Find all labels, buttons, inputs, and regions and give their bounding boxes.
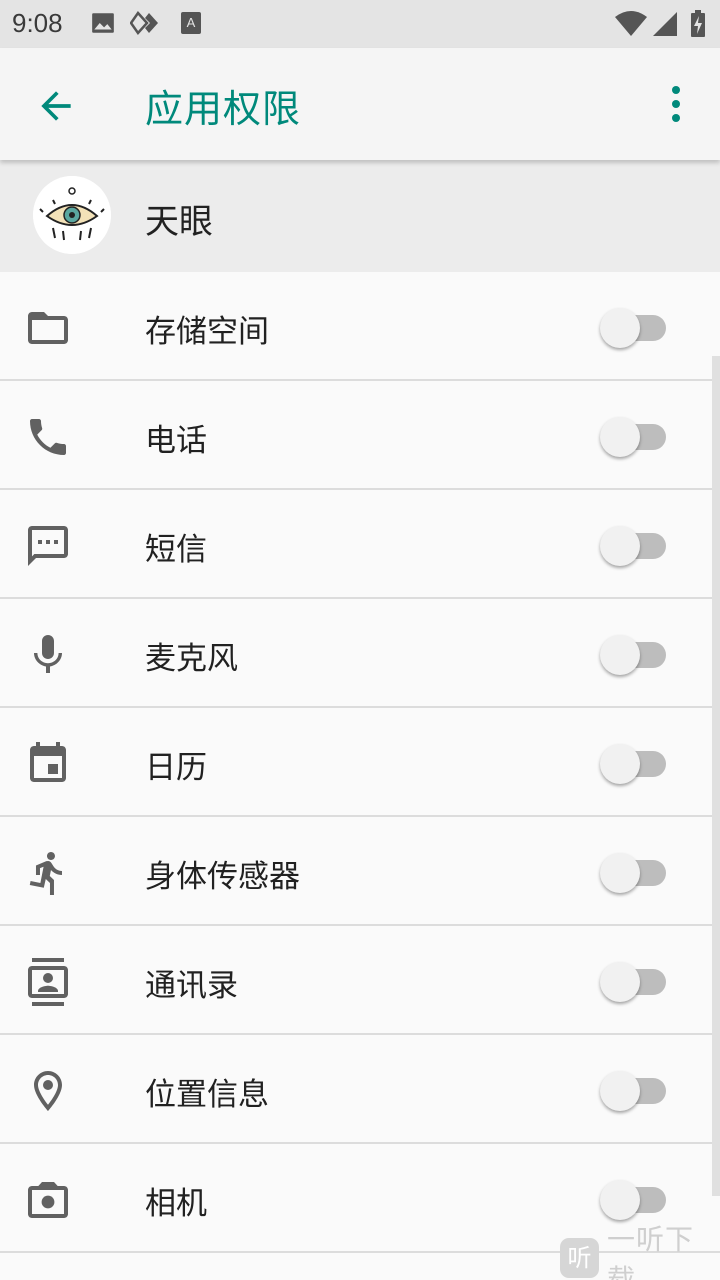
- page-title: 应用权限: [145, 87, 302, 131]
- permission-row-contacts[interactable]: 通讯录: [0, 926, 720, 1035]
- battery-charging-icon: [691, 10, 705, 37]
- permission-label: 日历: [145, 750, 207, 786]
- storage-toggle[interactable]: [600, 306, 668, 348]
- phone-toggle[interactable]: [600, 415, 668, 457]
- app-header: 天眼: [0, 160, 720, 272]
- permission-row-body-sensors[interactable]: 身体传感器: [0, 817, 720, 926]
- keyboard-notification-icon: A: [181, 12, 201, 34]
- body-sensors-toggle[interactable]: [600, 851, 668, 893]
- more-options-icon[interactable]: [660, 82, 692, 126]
- contacts-icon: [28, 958, 68, 1006]
- svg-text:A: A: [187, 15, 196, 30]
- app-bar: 应用权限: [0, 48, 720, 160]
- watermark-text: 一听下载: [606, 1223, 694, 1280]
- calendar-icon: [30, 742, 66, 782]
- camera-icon: [28, 1182, 68, 1218]
- watermark-logo: 听: [560, 1238, 599, 1278]
- status-time: 9:08: [12, 8, 63, 38]
- permission-label: 通讯录: [145, 968, 238, 1004]
- wifi-icon: [615, 11, 647, 36]
- app-name: 天眼: [145, 202, 213, 242]
- permission-label: 麦克风: [145, 641, 238, 677]
- phone-icon: [30, 419, 66, 455]
- camera-toggle[interactable]: [600, 1178, 668, 1220]
- sms-toggle[interactable]: [600, 524, 668, 566]
- permission-label: 电话: [145, 423, 207, 459]
- folder-icon: [28, 312, 68, 344]
- permission-row-sms[interactable]: 短信: [0, 490, 720, 599]
- location-icon: [34, 1071, 62, 1111]
- permission-label: 相机: [145, 1186, 207, 1222]
- microphone-icon: [34, 635, 62, 673]
- body-sensor-icon: [29, 851, 62, 895]
- permission-label: 存储空间: [145, 314, 269, 350]
- permission-list: 存储空间 电话 短信 麦克风 日历 身体传感器 通讯录 位置信息 相机: [0, 272, 720, 1253]
- location-toggle[interactable]: [600, 1069, 668, 1111]
- permission-row-phone[interactable]: 电话: [0, 381, 720, 490]
- app-logo: [33, 176, 111, 254]
- back-arrow-icon[interactable]: [34, 84, 78, 128]
- watermark: 听 一听下载: [560, 1223, 720, 1280]
- microphone-toggle[interactable]: [600, 633, 668, 675]
- permission-label: 身体传感器: [145, 859, 300, 895]
- permission-label: 位置信息: [145, 1077, 269, 1113]
- permission-row-location[interactable]: 位置信息: [0, 1035, 720, 1144]
- permission-row-calendar[interactable]: 日历: [0, 708, 720, 817]
- image-notification-icon: [92, 13, 114, 33]
- calendar-toggle[interactable]: [600, 742, 668, 784]
- contacts-toggle[interactable]: [600, 960, 668, 1002]
- permission-row-storage[interactable]: 存储空间: [0, 272, 720, 381]
- scrollbar[interactable]: [712, 356, 720, 1196]
- permission-label: 短信: [145, 532, 207, 568]
- sms-icon: [28, 526, 68, 566]
- eye-logo-icon: [33, 176, 111, 254]
- status-bar: 9:08 A: [0, 0, 720, 48]
- cell-signal-icon: [653, 12, 677, 36]
- tag-notification-icon: [130, 10, 158, 36]
- permission-row-microphone[interactable]: 麦克风: [0, 599, 720, 708]
